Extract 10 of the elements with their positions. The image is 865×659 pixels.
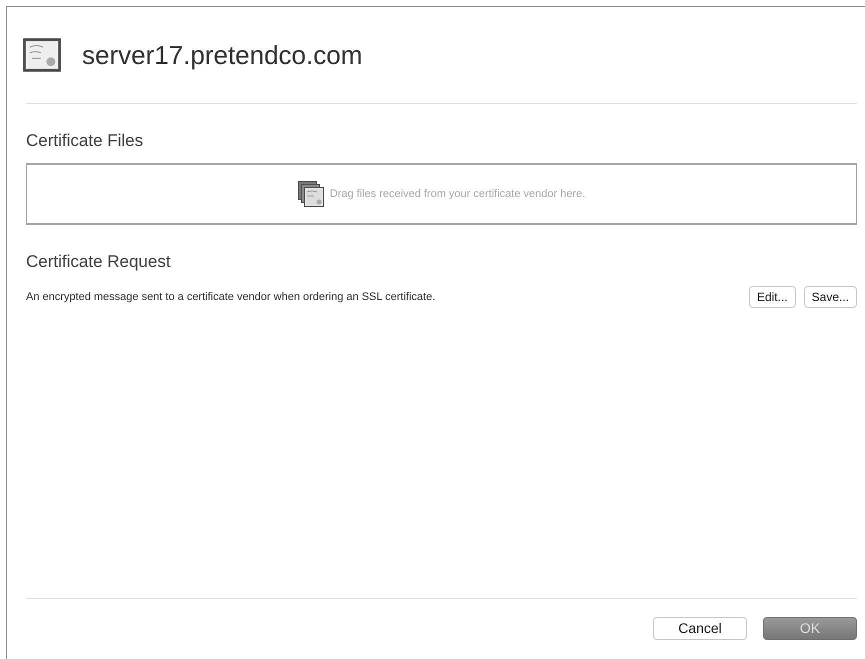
section-heading: Certificate Files bbox=[26, 131, 144, 151]
drop-hint: Drag files received from your certificate vendor here. bbox=[330, 188, 586, 200]
certificates-icon bbox=[298, 181, 324, 207]
request-button[interactable]: Save... bbox=[804, 286, 857, 308]
dialog-button[interactable]: Cancel bbox=[653, 616, 747, 640]
certificate-icon bbox=[23, 36, 61, 74]
request-description: An encrypted message sent to a certificate vendor when ordering an SSL certificate. bbox=[26, 291, 436, 303]
section-heading: Certificate Request bbox=[26, 252, 172, 272]
certificate-title: server17.pretendco.com bbox=[82, 40, 362, 70]
request-button[interactable]: Edit... bbox=[748, 286, 796, 308]
